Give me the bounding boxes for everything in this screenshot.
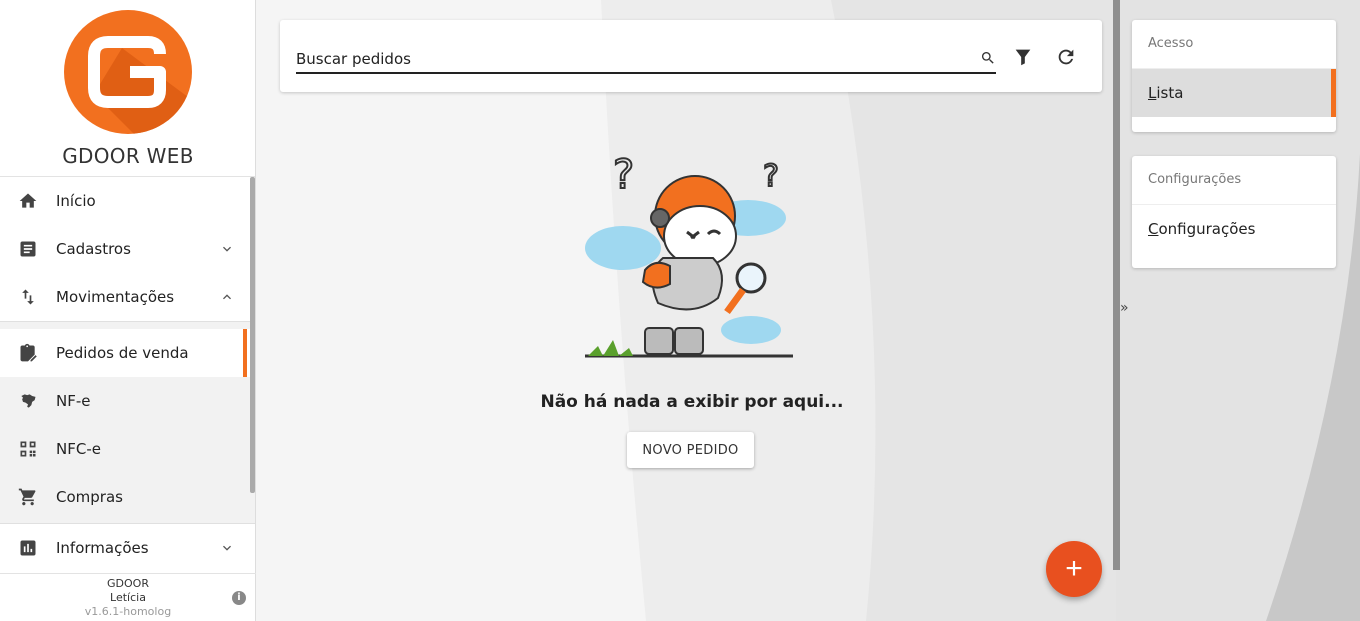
qr-code-icon (18, 439, 38, 459)
acesso-header: Acesso (1132, 20, 1336, 69)
refresh-icon[interactable] (1055, 46, 1077, 68)
sidebar-item-compras[interactable]: Compras (0, 473, 255, 521)
sidebar-item-label: Cadastros (56, 240, 131, 258)
home-icon (18, 191, 38, 211)
sidebar-item-movimentacoes[interactable]: Movimentações (0, 273, 255, 321)
search-icon[interactable] (980, 50, 996, 66)
config-header: Configurações (1132, 156, 1336, 205)
add-button[interactable]: + (1046, 541, 1102, 597)
sidebar-footer: GDOOR Letícia v1.6.1-homolog i (0, 573, 256, 621)
expand-panel-icon[interactable]: » (1120, 300, 1129, 316)
empty-state-message: Não há nada a exibir por aqui... (540, 392, 844, 412)
panel-divider[interactable] (1113, 0, 1120, 570)
new-order-button[interactable]: NOVO PEDIDO (627, 432, 754, 468)
sidebar-item-cadastros[interactable]: Cadastros (0, 225, 255, 273)
sidebar-item-label: Início (56, 192, 96, 210)
shopping-cart-icon (18, 487, 38, 507)
acesso-panel: Acesso Lista (1132, 20, 1336, 132)
search-card (280, 20, 1102, 92)
document-icon (18, 239, 38, 259)
config-label-rest: onfigurações (1158, 220, 1256, 238)
bar-chart-icon (18, 538, 38, 558)
chevron-down-icon (223, 246, 231, 252)
sidebar-item-nfce[interactable]: NFC-e (0, 425, 255, 473)
sidebar: GDOOR WEB Início Cadastros Movimentações… (0, 0, 256, 621)
sidebar-item-inicio[interactable]: Início (0, 177, 255, 225)
sidebar-item-label: Compras (56, 488, 123, 506)
info-icon[interactable]: i (232, 591, 246, 605)
logo-area: GDOOR WEB (0, 0, 255, 177)
lista-label-rest: ista (1156, 84, 1184, 102)
sidebar-scrollbar[interactable] (250, 177, 255, 493)
brazil-map-icon (18, 391, 38, 411)
main-content: ? ? Não há nada a exibir por aqui... NOV… (256, 0, 1116, 621)
sidebar-item-label: NFC-e (56, 440, 101, 458)
gdoor-logo (64, 10, 192, 134)
search-input[interactable] (296, 46, 996, 74)
sidebar-item-pedidos-venda[interactable]: Pedidos de venda (0, 329, 255, 377)
app-version: v1.6.1-homolog (84, 605, 172, 618)
movimentacoes-submenu: Pedidos de venda NF-e NFC-e Compras (0, 321, 255, 524)
company-name: GDOOR (107, 577, 149, 590)
svg-text:?: ? (613, 152, 634, 198)
sidebar-item-informacoes[interactable]: Informações (0, 524, 255, 572)
config-item[interactable]: Configurações (1132, 205, 1336, 253)
chevron-down-icon (223, 545, 231, 551)
svg-text:?: ? (763, 159, 779, 194)
swap-vertical-icon (18, 287, 38, 307)
app-name: GDOOR WEB (62, 144, 194, 168)
sidebar-item-label: Movimentações (56, 288, 175, 306)
config-access-key: C (1148, 220, 1159, 238)
sidebar-item-nfe[interactable]: NF-e (0, 377, 255, 425)
user-name: Letícia (110, 591, 146, 604)
clipboard-edit-icon (18, 343, 38, 363)
sidebar-item-label: Informações (56, 539, 149, 557)
sidebar-item-label: NF-e (56, 392, 91, 410)
chevron-up-icon (223, 294, 231, 300)
sidebar-item-label: Pedidos de venda (56, 344, 189, 362)
empty-state-illustration: ? ? (585, 151, 793, 358)
filter-icon[interactable] (1012, 46, 1034, 68)
plus-icon: + (1065, 552, 1083, 585)
config-panel: Configurações Configurações (1132, 156, 1336, 268)
acesso-lista-item[interactable]: Lista (1132, 69, 1336, 117)
